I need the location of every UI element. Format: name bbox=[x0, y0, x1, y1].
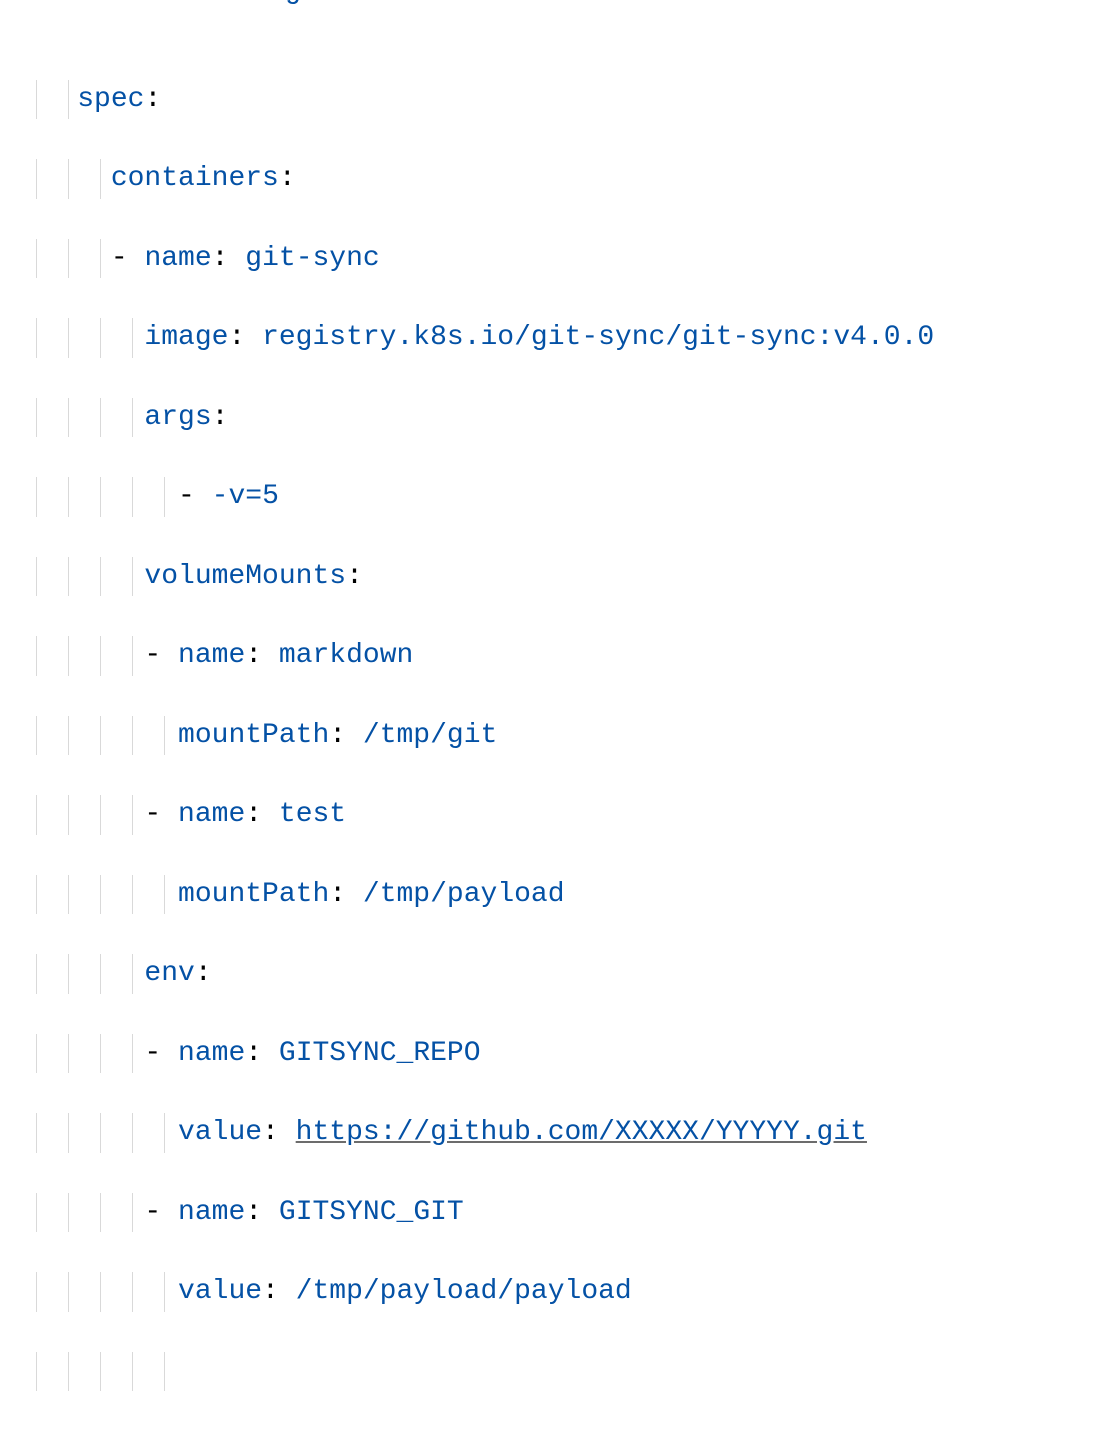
image-value: registry.k8s.io/git-sync/git-sync:v4.0.0 bbox=[262, 322, 934, 353]
yaml-key-name: name bbox=[144, 243, 211, 274]
env1-value: /tmp/payload/payload bbox=[296, 1276, 632, 1307]
vm0-name: markdown bbox=[279, 640, 413, 671]
vm1-name: test bbox=[279, 799, 346, 830]
yaml-key-volumemounts: volumeMounts bbox=[144, 561, 346, 592]
yaml-key-spec: spec bbox=[77, 84, 144, 115]
yaml-key-env: env bbox=[144, 958, 194, 989]
yaml-key-value-1: value bbox=[178, 1276, 262, 1307]
env0-value-url[interactable]: https://github.com/XXXXX/YYYYY.git bbox=[296, 1117, 867, 1148]
yaml-key-name-env1: name bbox=[178, 1197, 245, 1228]
yaml-key-args: args bbox=[144, 402, 211, 433]
yaml-code-block: ......---g spec: containers: - name: git… bbox=[0, 0, 1106, 1431]
yaml-key-name-vm0: name bbox=[178, 640, 245, 671]
truncated-line-fragment-right: ---g bbox=[234, 0, 301, 12]
yaml-key-name-env0: name bbox=[178, 1038, 245, 1069]
yaml-key-mountpath-1: mountPath bbox=[178, 879, 329, 910]
yaml-key-containers: containers bbox=[111, 163, 279, 194]
arg-0: -v=5 bbox=[212, 481, 279, 512]
vm0-path: /tmp/git bbox=[363, 720, 497, 751]
yaml-key-image: image bbox=[144, 322, 228, 353]
yaml-key-value-0: value bbox=[178, 1117, 262, 1148]
truncated-line-fragment-left: ...... bbox=[132, 0, 239, 12]
env0-name: GITSYNC_REPO bbox=[279, 1038, 481, 1069]
yaml-key-mountpath-0: mountPath bbox=[178, 720, 329, 751]
env1-name: GITSYNC_GIT bbox=[279, 1197, 464, 1228]
vm1-path: /tmp/payload bbox=[363, 879, 565, 910]
yaml-key-name-vm1: name bbox=[178, 799, 245, 830]
container-name: git-sync bbox=[245, 243, 379, 274]
